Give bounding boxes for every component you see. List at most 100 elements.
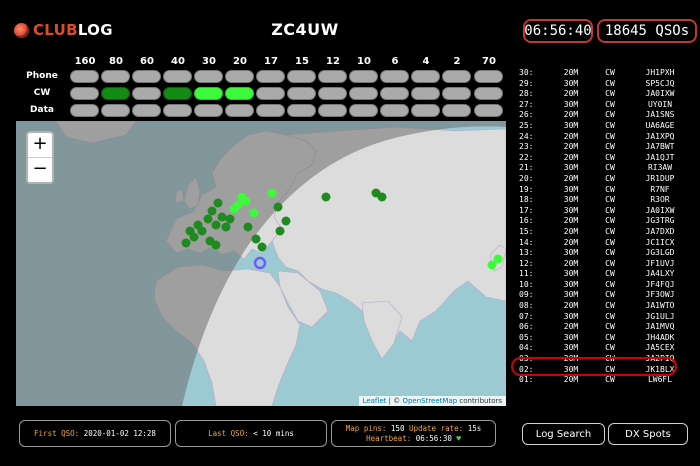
band-cell xyxy=(287,104,316,117)
log-row: 05: 30M CW JH4ADK xyxy=(519,333,699,344)
log-row: 16: 20M CW JG3TRG xyxy=(519,216,699,227)
log-index: 06: xyxy=(519,322,534,332)
log-index: 09: xyxy=(519,290,534,300)
log-index: 17: xyxy=(519,205,534,215)
zoom-control: + − xyxy=(26,131,54,184)
log-band: 30M xyxy=(563,332,579,342)
log-mode: CW xyxy=(605,99,615,109)
spot xyxy=(493,254,503,264)
log-index: 14: xyxy=(519,237,534,247)
heart-icon: ♥ xyxy=(456,433,461,443)
log-mode: CW xyxy=(605,120,615,130)
log-index: 15: xyxy=(519,226,534,236)
rate-label: Update rate: xyxy=(408,423,464,433)
heartbeat-label: Heartbeat: xyxy=(366,433,412,443)
log-row: 25: 30M CW UA6AGE xyxy=(519,121,699,132)
log-callsign: JA4LXY xyxy=(645,269,675,279)
log-mode: CW xyxy=(605,142,615,152)
highlight-ring xyxy=(511,357,677,376)
spot xyxy=(241,196,251,206)
dx-spots-button[interactable]: DX Spots xyxy=(608,423,688,445)
band-cell xyxy=(474,87,503,100)
band-cell xyxy=(442,87,471,100)
first-qso-box: First QSO: 2020-01-02 12:28 xyxy=(19,420,171,447)
log-band: 30M xyxy=(563,269,579,279)
osm-link[interactable]: OpenStreetMap xyxy=(402,397,457,405)
first-qso-value: 2020-01-02 12:28 xyxy=(83,429,156,438)
log-callsign: JA0IXW xyxy=(645,205,675,215)
log-band: 20M xyxy=(563,89,579,99)
band-cell xyxy=(70,104,99,117)
log-row: 04: 30M CW JA5CEX xyxy=(519,343,699,354)
heartbeat-value: 06:56:30 xyxy=(415,433,452,443)
log-row: 19: 30M CW R7NF xyxy=(519,185,699,196)
log-mode: CW xyxy=(605,68,615,77)
log-callsign: JA1WTO xyxy=(645,301,675,311)
qso-count: 18645 QSOs xyxy=(597,19,697,43)
spot xyxy=(213,198,223,208)
log-callsign: JG3TRG xyxy=(645,216,675,226)
log-mode: CW xyxy=(605,152,615,162)
callsign-title: ZC4UW xyxy=(271,20,339,39)
log-row: 11: 30M CW JA4LXY xyxy=(519,269,699,280)
leaflet-link[interactable]: Leaflet xyxy=(363,397,387,405)
log-band: 20M xyxy=(563,110,579,120)
log-search-button[interactable]: Log Search xyxy=(522,423,605,445)
log-mode: CW xyxy=(605,205,615,215)
log-band: 30M xyxy=(563,120,579,130)
log-row: 26: 20M CW JA1SNS xyxy=(519,110,699,121)
log-row: 17: 30M CW JA0IXW xyxy=(519,206,699,217)
spot xyxy=(267,188,277,198)
band-cell xyxy=(474,104,503,117)
log-callsign: JH4ADK xyxy=(645,332,675,342)
log-index: 18: xyxy=(519,195,534,205)
log-mode: CW xyxy=(605,78,615,88)
band-cell xyxy=(318,87,347,100)
band-cell xyxy=(132,87,161,100)
log-index: 28: xyxy=(519,89,534,99)
spot xyxy=(207,206,217,216)
band-cell xyxy=(380,70,409,83)
log-index: 19: xyxy=(519,184,534,194)
log-index: 21: xyxy=(519,163,534,173)
band-cell xyxy=(225,70,254,83)
log-callsign: JA1XPQ xyxy=(645,131,675,141)
zoom-out-button[interactable]: − xyxy=(28,157,52,182)
log-callsign: JF1UVJ xyxy=(645,258,675,268)
log-mode: CW xyxy=(605,226,615,236)
band-header-6: 17 xyxy=(264,56,278,67)
log-mode: CW xyxy=(605,343,615,353)
log-index: 23: xyxy=(519,142,534,152)
log-callsign: LW6FL xyxy=(647,375,673,385)
log-index: 30: xyxy=(519,68,534,77)
spot xyxy=(249,208,259,218)
last-qso-label: Last QSO: xyxy=(208,429,249,438)
zoom-in-button[interactable]: + xyxy=(28,133,52,157)
recent-qso-log: 30: 20M CW JH1PXH 29: 30M CW SP5CJQ 28: 20M CW JA0I… xyxy=(519,68,699,386)
log-band: 20M xyxy=(563,173,579,183)
log-mode: CW xyxy=(605,173,615,183)
status-box: Map pins: 150 Update rate: 15s Heartbeat… xyxy=(331,420,496,447)
log-mode: CW xyxy=(605,279,615,289)
qso-map[interactable]: + − Leaflet | © OpenStreetMap contributo… xyxy=(16,121,506,406)
log-mode: CW xyxy=(605,131,615,141)
status-line-1: Map pins: 150 Update rate: 15s xyxy=(346,424,481,434)
log-callsign: JF3OWJ xyxy=(645,290,675,300)
log-band: 20M xyxy=(563,301,579,311)
log-callsign: JR1DUP xyxy=(645,173,675,183)
band-header-4: 30 xyxy=(202,56,216,67)
spot xyxy=(211,220,221,230)
utc-clock: 06:56:40 xyxy=(523,19,593,43)
band-cell xyxy=(194,70,223,83)
mode-label-0: Phone xyxy=(26,71,58,81)
spot xyxy=(273,202,283,212)
log-row: 01: 20M CW LW6FL xyxy=(519,375,699,386)
log-row: 14: 20M CW JC1ICX xyxy=(519,238,699,249)
spot xyxy=(275,226,285,236)
spot xyxy=(233,200,243,210)
log-callsign: JG3LGD xyxy=(645,248,675,258)
log-mode: CW xyxy=(605,216,615,226)
log-index: 29: xyxy=(519,78,534,88)
log-mode: CW xyxy=(605,248,615,258)
last-qso-box: Last QSO: < 10 mins xyxy=(175,420,327,447)
